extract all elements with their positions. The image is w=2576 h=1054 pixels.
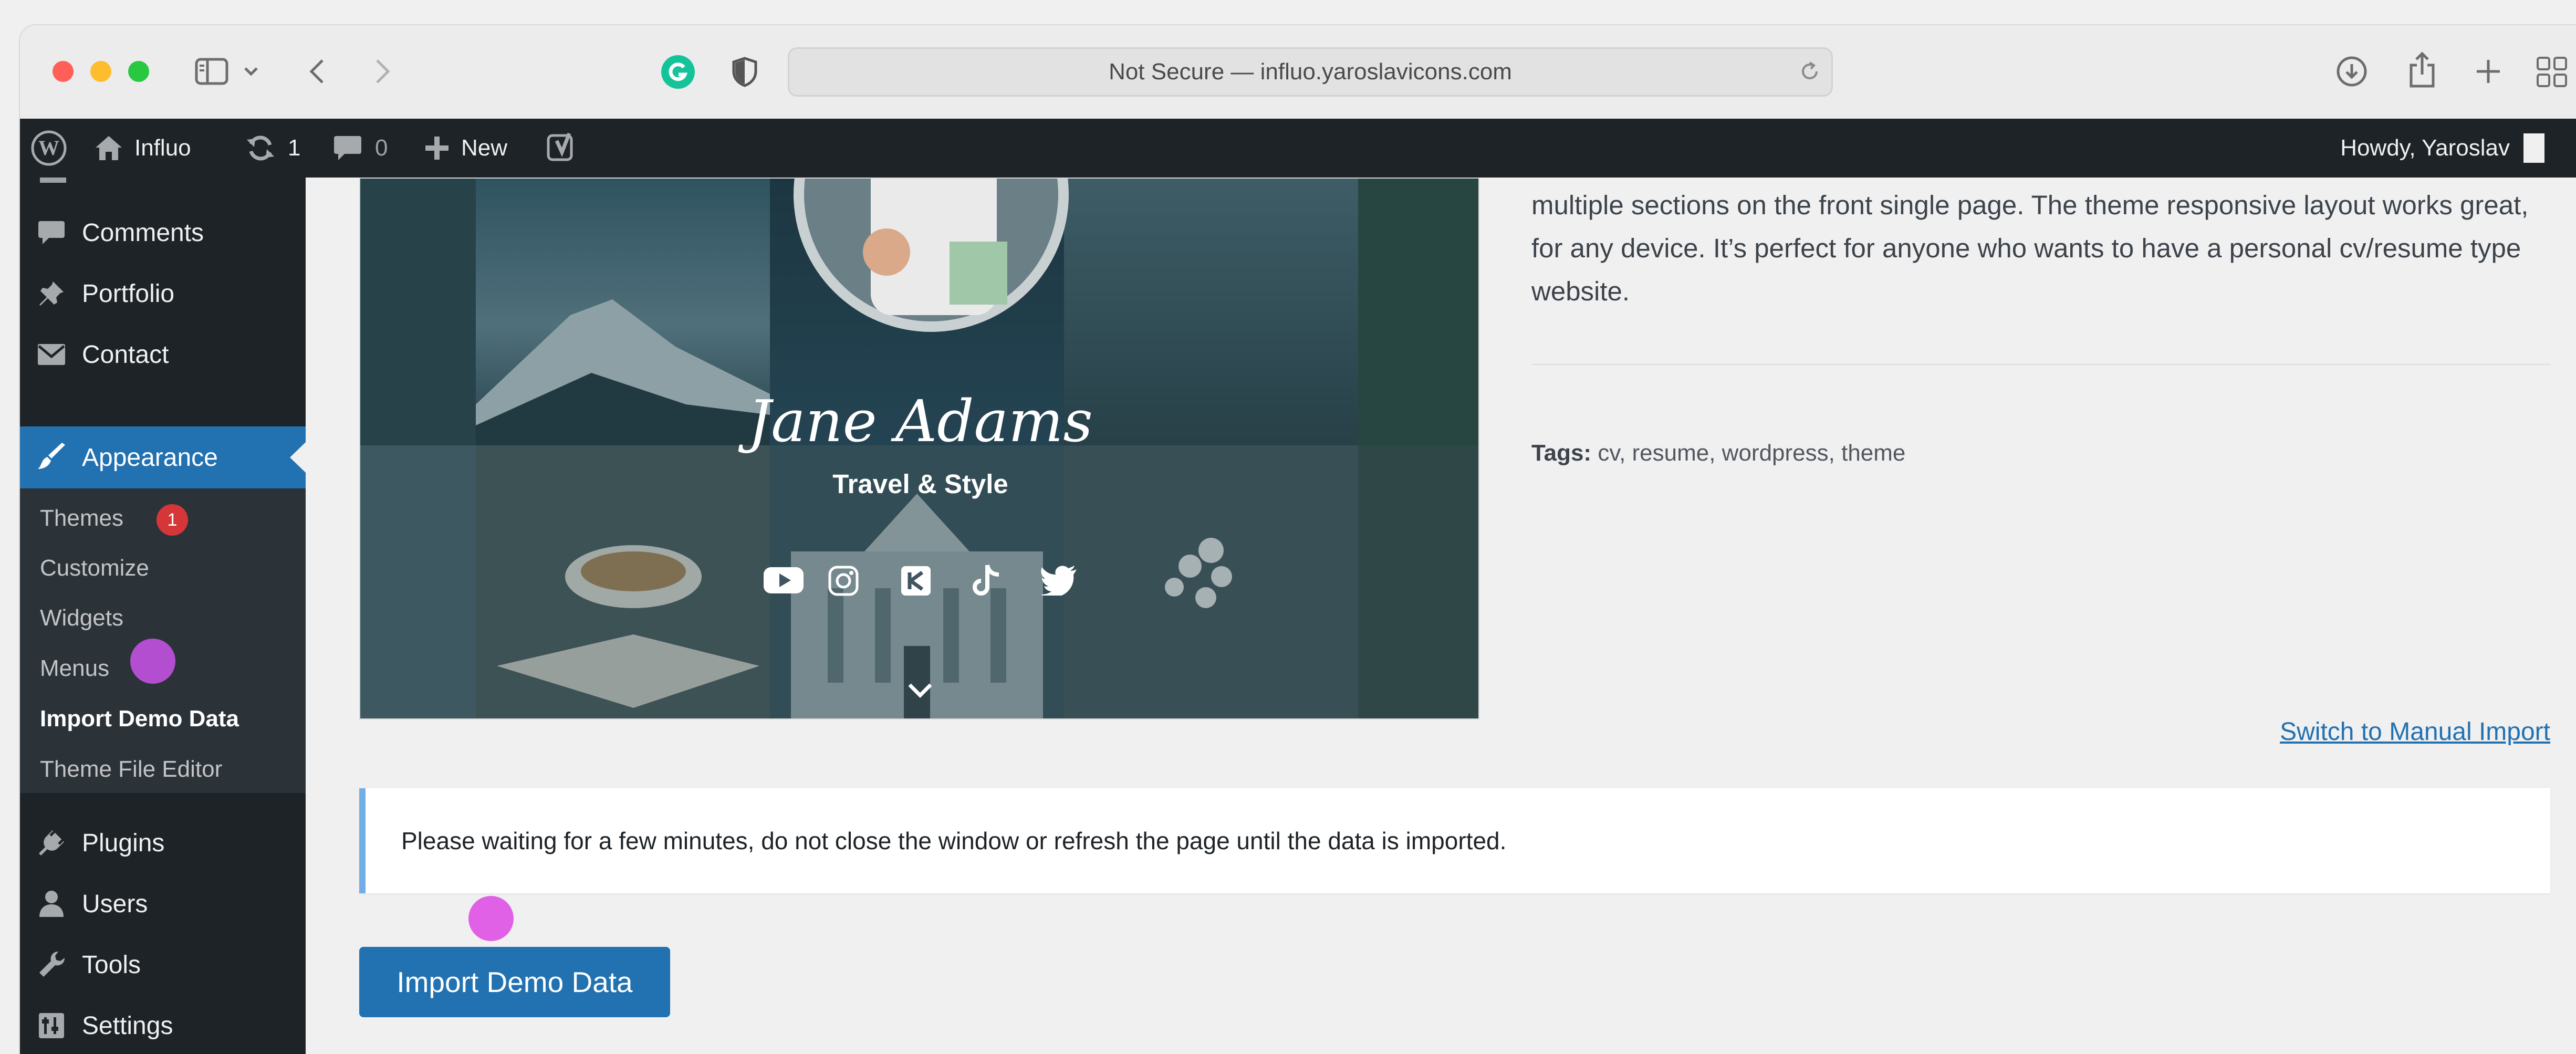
avatar [2523,133,2544,163]
menu-label: Tools [82,951,141,979]
wordpress-logo-icon[interactable]: W [30,119,67,178]
yoast-icon[interactable] [546,119,578,178]
home-icon [96,136,122,160]
submenu-menus[interactable]: Menus [40,655,109,682]
account-menu[interactable]: Howdy, Yaroslav [2340,119,2544,178]
plugin-icon [36,827,67,859]
pin-icon [36,278,67,309]
comment-bubble-icon [334,136,361,160]
menu-label: Plugins [82,829,165,857]
switch-to-manual-import-link[interactable]: Switch to Manual Import [2280,717,2550,746]
menu-label: Settings [82,1011,173,1040]
menu-plugins[interactable]: Plugins [20,814,306,872]
updates-link[interactable]: 1 [245,119,300,178]
tags-label: Tags: [1531,440,1592,466]
instagram-icon [828,565,859,597]
paintbrush-icon [36,442,67,473]
settings-icon [36,1010,67,1041]
howdy-text: Howdy, Yaroslav [2340,135,2510,161]
submenu-import-demo-data[interactable]: Import Demo Data [40,706,239,732]
menu-users[interactable]: Users [20,875,306,933]
theme-tags: Tags: cv, resume, wordpress, theme [1531,440,1905,466]
site-name: Influo [134,135,191,161]
submenu-label: Themes [40,505,123,531]
twitter-icon [1041,565,1078,598]
new-content-link[interactable]: New [424,119,507,178]
comment-icon [36,217,67,248]
tags-value: cv, resume, wordpress, theme [1598,440,1906,466]
submenu-themes[interactable]: Themes [40,505,123,531]
comments-link[interactable]: 0 [333,119,388,178]
shield-icon[interactable] [730,56,759,88]
new-label: New [461,135,508,161]
menu-label: Portfolio [82,279,175,308]
submenu-theme-file-editor[interactable]: Theme File Editor [40,756,222,782]
tab-overview-icon[interactable] [2536,56,2568,88]
kit-icon [900,565,932,597]
cursor-indicator [130,639,175,684]
menu-label: Contact [82,340,169,369]
content-divider [1531,364,2550,365]
theme-preview-image: Jane Adams Travel & Style [359,178,1479,719]
menu-contact[interactable]: Contact [20,326,306,383]
back-icon[interactable] [304,57,330,86]
submenu-label: Menus [40,655,110,681]
tiktok-icon [972,563,1001,598]
url-text: Not Secure — influo.yaroslavicons.com [1109,59,1512,85]
download-icon[interactable] [2335,55,2369,88]
preview-tagline: Travel & Style [832,469,1008,499]
import-notice: Please waiting for a few minutes, do not… [359,788,2550,893]
submenu-label: Customize [40,555,149,581]
profile-photo [794,179,1069,332]
wrench-icon [36,949,67,980]
menu-appearance[interactable]: Appearance [20,426,306,488]
menu-comments[interactable]: Comments [20,204,306,262]
updates-icon [247,135,274,161]
submenu-label: Widgets [40,605,123,631]
wp-admin-bar: W Influo 1 0 New Howdy, Yaroslav [20,119,2576,178]
preview-signature: Jane Adams [748,388,1093,455]
youtube-icon [763,565,805,597]
menu-label: Appearance [82,443,218,472]
forward-icon[interactable] [370,57,396,86]
menu-tools[interactable]: Tools [20,936,306,994]
menu-label: Comments [82,218,204,247]
user-icon [36,888,67,920]
themes-update-badge: 1 [157,504,188,536]
zoom-window-button[interactable] [128,61,149,82]
current-menu-arrow-icon [290,442,306,473]
menu-label: Users [82,890,148,918]
mail-icon [36,339,67,370]
updates-count: 1 [288,135,301,161]
menu-settings[interactable]: Settings [20,997,306,1054]
close-window-button[interactable] [53,61,74,82]
browser-toolbar: Not Secure — influo.yaroslavicons.com [20,25,2576,120]
desktop-background [0,0,20,1054]
grammarly-icon[interactable] [661,55,695,89]
submenu-label: Theme File Editor [40,756,223,782]
submenu-label: Import Demo Data [40,706,239,732]
share-icon[interactable] [2406,50,2438,89]
partial-menu-item [40,178,66,183]
reload-icon[interactable] [1798,59,1822,84]
minimize-window-button[interactable] [90,61,111,82]
admin-sidebar: Comments Portfolio Contact Appearance Th… [20,178,306,1054]
notice-text: Please waiting for a few minutes, do not… [401,827,1507,854]
scroll-down-chevron-icon [906,682,934,701]
svg-text:W: W [38,136,59,160]
new-tab-icon[interactable] [2473,56,2504,87]
chevron-down-icon[interactable] [242,62,260,81]
site-name-link[interactable]: Influo [93,119,191,178]
submenu-widgets[interactable]: Widgets [40,605,123,631]
address-bar[interactable]: Not Secure — influo.yaroslavicons.com [788,47,1833,97]
browser-window: Not Secure — influo.yaroslavicons.com W … [20,25,2576,1054]
plus-icon [425,137,449,160]
submenu-customize[interactable]: Customize [40,555,149,581]
import-demo-data-button[interactable]: Import Demo Data [359,947,670,1017]
theme-description: multiple sections on the front single pa… [1531,190,2529,306]
menu-portfolio[interactable]: Portfolio [20,265,306,322]
cursor-indicator [468,896,514,941]
sidebar-toggle-icon[interactable] [193,55,230,88]
comments-count: 0 [375,135,388,161]
